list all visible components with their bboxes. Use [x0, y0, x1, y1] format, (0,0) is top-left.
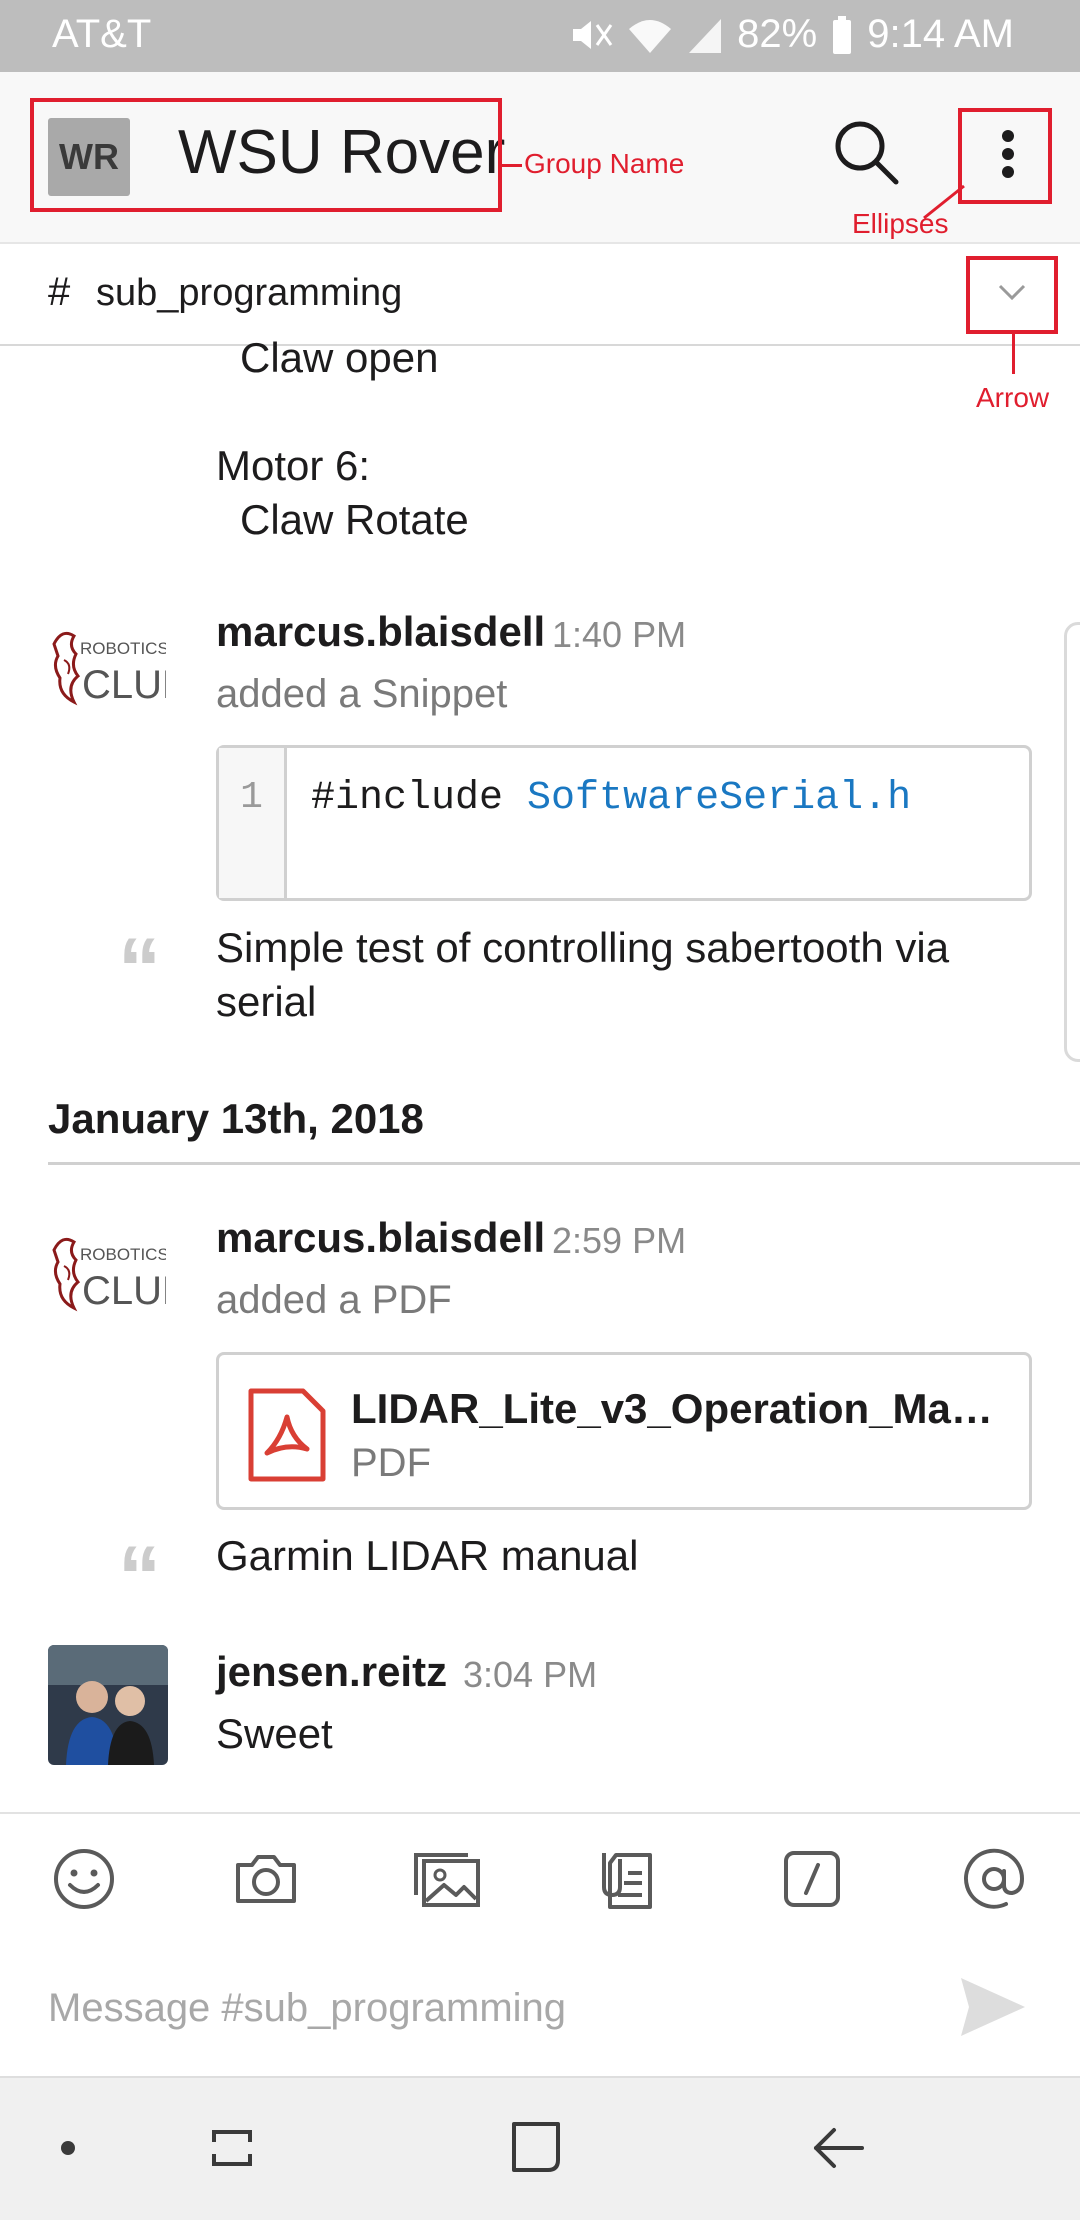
- search-icon[interactable]: [830, 116, 902, 188]
- message-time: 1:40 PM: [552, 614, 687, 655]
- robotics-club-avatar[interactable]: ROBOTICS CLUB: [48, 1230, 166, 1320]
- hash-icon: #: [48, 270, 71, 314]
- snippet-comment: Simple test of controlling sabertooth vi…: [216, 924, 950, 971]
- quote-icon: “: [118, 1529, 161, 1625]
- mention-icon[interactable]: [958, 1843, 1030, 1915]
- code-keyword: #include: [311, 776, 528, 821]
- camera-icon[interactable]: [230, 1843, 302, 1915]
- message-time: 2:59 PM: [552, 1220, 687, 1261]
- avatar-photo: [48, 1645, 168, 1765]
- signal-icon: [689, 18, 722, 53]
- robotics-club-avatar[interactable]: ROBOTICS CLUB: [48, 624, 166, 714]
- file-comment: Garmin LIDAR manual: [216, 1532, 639, 1579]
- annotation-arrow-line: [1012, 334, 1015, 374]
- message-action: added a Snippet: [216, 672, 508, 716]
- code-snippet[interactable]: 1 #include SoftwareSerial.h: [216, 745, 1032, 901]
- home-icon[interactable]: [500, 2112, 572, 2184]
- avatar-text-bottom: CLUB: [82, 663, 166, 707]
- snippet-comment: serial: [216, 978, 317, 1025]
- message-action: added a PDF: [216, 1278, 452, 1322]
- scrollbar-thumb[interactable]: [1064, 622, 1080, 1062]
- annotation-arrow-label: Arrow: [976, 382, 1050, 413]
- back-icon[interactable]: [802, 2112, 874, 2184]
- channel-name[interactable]: sub_programming: [96, 272, 402, 315]
- battery-percent: 82%: [737, 12, 818, 56]
- send-icon[interactable]: [955, 1972, 1031, 2042]
- emoji-icon[interactable]: [48, 1843, 120, 1915]
- annotation-group-name-label: Group Name: [524, 148, 685, 179]
- avatar-text-top: ROBOTICS: [80, 1245, 166, 1264]
- status-right: 82% 9:14 AM: [569, 12, 1014, 57]
- wifi-icon: [629, 19, 672, 53]
- nav-dot-icon[interactable]: [32, 2112, 104, 2184]
- code-include-path: SoftwareSerial.h: [527, 776, 912, 821]
- avatar-text-bottom: CLUB: [82, 1269, 166, 1313]
- mute-icon: [573, 20, 613, 49]
- files-icon[interactable]: [594, 1843, 666, 1915]
- message-sender[interactable]: marcus.blaisdell: [216, 608, 545, 656]
- annotation-group-name-box: [30, 98, 502, 212]
- message-sender[interactable]: marcus.blaisdell: [216, 1214, 545, 1262]
- message-text: Sweet: [216, 1710, 333, 1757]
- quote-icon: “: [118, 921, 161, 1017]
- composer-divider: [0, 1812, 1080, 1814]
- photo-icon[interactable]: [412, 1843, 484, 1915]
- user-avatar[interactable]: [48, 1645, 168, 1765]
- message-input[interactable]: [48, 1978, 928, 2038]
- file-type: PDF: [351, 1441, 431, 1485]
- message-sender[interactable]: jensen.reitz: [216, 1648, 447, 1696]
- recent-apps-icon[interactable]: [196, 2112, 268, 2184]
- status-bar: AT&T 82% 9:14 AM: [0, 0, 1080, 72]
- line-number: 1: [219, 748, 287, 898]
- annotation-arrow-box: [966, 256, 1058, 334]
- code-line: #include SoftwareSerial.h: [311, 776, 911, 821]
- file-attachment[interactable]: LIDAR_Lite_v3_Operation_Manual PDF: [216, 1352, 1032, 1510]
- carrier-label: AT&T: [52, 12, 152, 56]
- clock: 9:14 AM: [867, 12, 1014, 56]
- slash-command-icon[interactable]: [776, 1843, 848, 1915]
- date-divider-rule: [48, 1162, 1080, 1165]
- battery-icon: [833, 15, 852, 54]
- annotation-ellipses-label: Ellipses: [852, 208, 949, 239]
- message-line: Motor 6:: [216, 442, 371, 489]
- pdf-icon: [248, 1388, 326, 1482]
- message-time: 3:04 PM: [463, 1654, 598, 1695]
- file-name: LIDAR_Lite_v3_Operation_Manual: [351, 1385, 1011, 1432]
- annotation-ellipses-box: [958, 108, 1052, 204]
- annotation-group-name-line: [502, 164, 522, 167]
- message-line: Claw open: [240, 334, 439, 381]
- date-divider: January 13th, 2018: [48, 1095, 424, 1142]
- message-line: Claw Rotate: [240, 496, 469, 543]
- avatar-text-top: ROBOTICS: [80, 639, 166, 658]
